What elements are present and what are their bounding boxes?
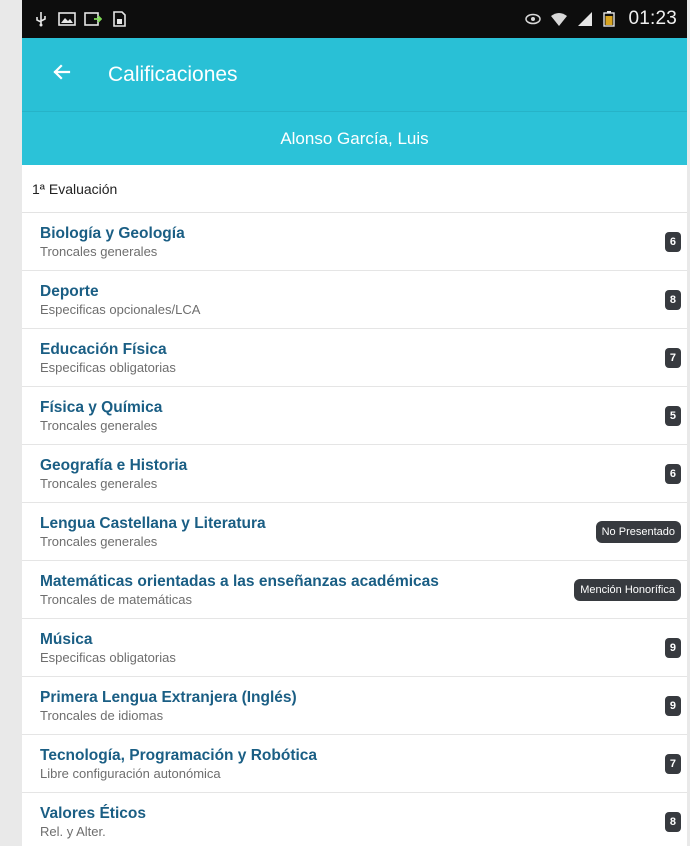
eye-icon bbox=[524, 11, 542, 27]
subject-row[interactable]: Primera Lengua Extranjera (Inglés) Tronc… bbox=[22, 677, 687, 735]
subject-list: Biología y Geología Troncales generales … bbox=[22, 213, 687, 846]
evaluation-label: 1ª Evaluación bbox=[32, 180, 118, 197]
cast-icon bbox=[84, 11, 103, 27]
sim-icon bbox=[110, 11, 128, 27]
subject-name: Biología y Geología bbox=[40, 224, 185, 242]
subject-row[interactable]: Tecnología, Programación y Robótica Libr… bbox=[22, 735, 687, 793]
signal-icon bbox=[576, 11, 594, 27]
subject-category: Troncales generales bbox=[40, 475, 158, 491]
subject-name: Educación Física bbox=[40, 340, 167, 358]
status-bar: 01:23 bbox=[22, 0, 687, 38]
arrow-left-icon bbox=[52, 62, 72, 87]
grade-badge: Mención Honorífica bbox=[574, 578, 681, 601]
grade-badge: 7 bbox=[664, 753, 681, 774]
subject-category: Troncales de idiomas bbox=[40, 707, 164, 723]
grade-badge: No Presentado bbox=[595, 520, 681, 543]
back-button[interactable] bbox=[40, 53, 84, 97]
grade-badge: 8 bbox=[664, 811, 681, 832]
subject-name: Matemáticas orientadas a las enseñanzas … bbox=[40, 572, 439, 590]
subject-category: Especificas obligatorias bbox=[40, 649, 176, 665]
subject-text: Valores Éticos Rel. y Alter. bbox=[40, 804, 146, 840]
subject-row[interactable]: Geografía e Historia Troncales generales… bbox=[22, 445, 687, 503]
status-bar-left-icons bbox=[32, 11, 128, 27]
subject-text: Biología y Geología Troncales generales bbox=[40, 224, 185, 260]
subject-name: Valores Éticos bbox=[40, 804, 146, 822]
subject-category: Especificas obligatorias bbox=[40, 359, 176, 375]
subject-name: Tecnología, Programación y Robótica bbox=[40, 746, 318, 764]
subject-text: Primera Lengua Extranjera (Inglés) Tronc… bbox=[40, 688, 297, 724]
subject-category: Troncales generales bbox=[40, 417, 158, 433]
grade-badge: 7 bbox=[664, 347, 681, 368]
subject-text: Deporte Especificas opcionales/LCA bbox=[40, 282, 200, 318]
page-title: Calificaciones bbox=[108, 62, 238, 86]
frame-edge-left bbox=[0, 0, 22, 846]
subject-text: Física y Química Troncales generales bbox=[40, 398, 162, 434]
student-name-header: Alonso García, Luis bbox=[22, 111, 687, 165]
status-time: 01:23 bbox=[628, 8, 677, 29]
subject-row[interactable]: Biología y Geología Troncales generales … bbox=[22, 213, 687, 271]
subject-text: Lengua Castellana y Literatura Troncales… bbox=[40, 514, 266, 550]
subject-category: Troncales generales bbox=[40, 533, 158, 549]
subject-name: Lengua Castellana y Literatura bbox=[40, 514, 266, 532]
wifi-icon bbox=[550, 11, 568, 27]
subject-row[interactable]: Matemáticas orientadas a las enseñanzas … bbox=[22, 561, 687, 619]
app-bar: Calificaciones bbox=[22, 38, 687, 111]
image-icon bbox=[58, 11, 76, 27]
evaluation-header: 1ª Evaluación bbox=[22, 165, 687, 213]
grade-badge: 9 bbox=[664, 695, 681, 716]
device-frame: 01:23 Calificaciones Alonso García, Luis… bbox=[0, 0, 690, 846]
subject-name: Deporte bbox=[40, 282, 99, 300]
subject-name: Primera Lengua Extranjera (Inglés) bbox=[40, 688, 297, 706]
subject-row[interactable]: Valores Éticos Rel. y Alter. 8 bbox=[22, 793, 687, 846]
subject-text: Geografía e Historia Troncales generales bbox=[40, 456, 187, 492]
subject-category: Libre configuración autonómica bbox=[40, 765, 221, 781]
student-name: Alonso García, Luis bbox=[280, 128, 429, 148]
status-bar-right-icons: 01:23 bbox=[524, 8, 677, 30]
subject-text: Tecnología, Programación y Robótica Libr… bbox=[40, 746, 317, 782]
subject-text: Matemáticas orientadas a las enseñanzas … bbox=[40, 572, 439, 608]
subject-text: Música Especificas obligatorias bbox=[40, 630, 176, 666]
grade-badge: 8 bbox=[664, 289, 681, 310]
subject-row[interactable]: Educación Física Especificas obligatoria… bbox=[22, 329, 687, 387]
subject-category: Rel. y Alter. bbox=[40, 823, 106, 839]
subject-row[interactable]: Música Especificas obligatorias 9 bbox=[22, 619, 687, 677]
subject-name: Geografía e Historia bbox=[40, 456, 188, 474]
subject-category: Troncales generales bbox=[40, 243, 158, 259]
grade-badge: 9 bbox=[664, 637, 681, 658]
subject-text: Educación Física Especificas obligatoria… bbox=[40, 340, 176, 376]
grade-badge: 6 bbox=[664, 231, 681, 252]
subject-row[interactable]: Lengua Castellana y Literatura Troncales… bbox=[22, 503, 687, 561]
subject-row[interactable]: Deporte Especificas opcionales/LCA 8 bbox=[22, 271, 687, 329]
subject-row[interactable]: Física y Química Troncales generales 5 bbox=[22, 387, 687, 445]
grade-badge: 5 bbox=[664, 405, 681, 426]
subject-name: Física y Química bbox=[40, 398, 163, 416]
subject-name: Música bbox=[40, 630, 93, 648]
subject-category: Especificas opcionales/LCA bbox=[40, 301, 201, 317]
app-screen: 01:23 Calificaciones Alonso García, Luis… bbox=[22, 0, 687, 846]
subject-category: Troncales de matemáticas bbox=[40, 591, 192, 607]
usb-icon bbox=[32, 11, 50, 27]
grade-badge: 6 bbox=[664, 463, 681, 484]
battery-icon bbox=[602, 11, 620, 27]
